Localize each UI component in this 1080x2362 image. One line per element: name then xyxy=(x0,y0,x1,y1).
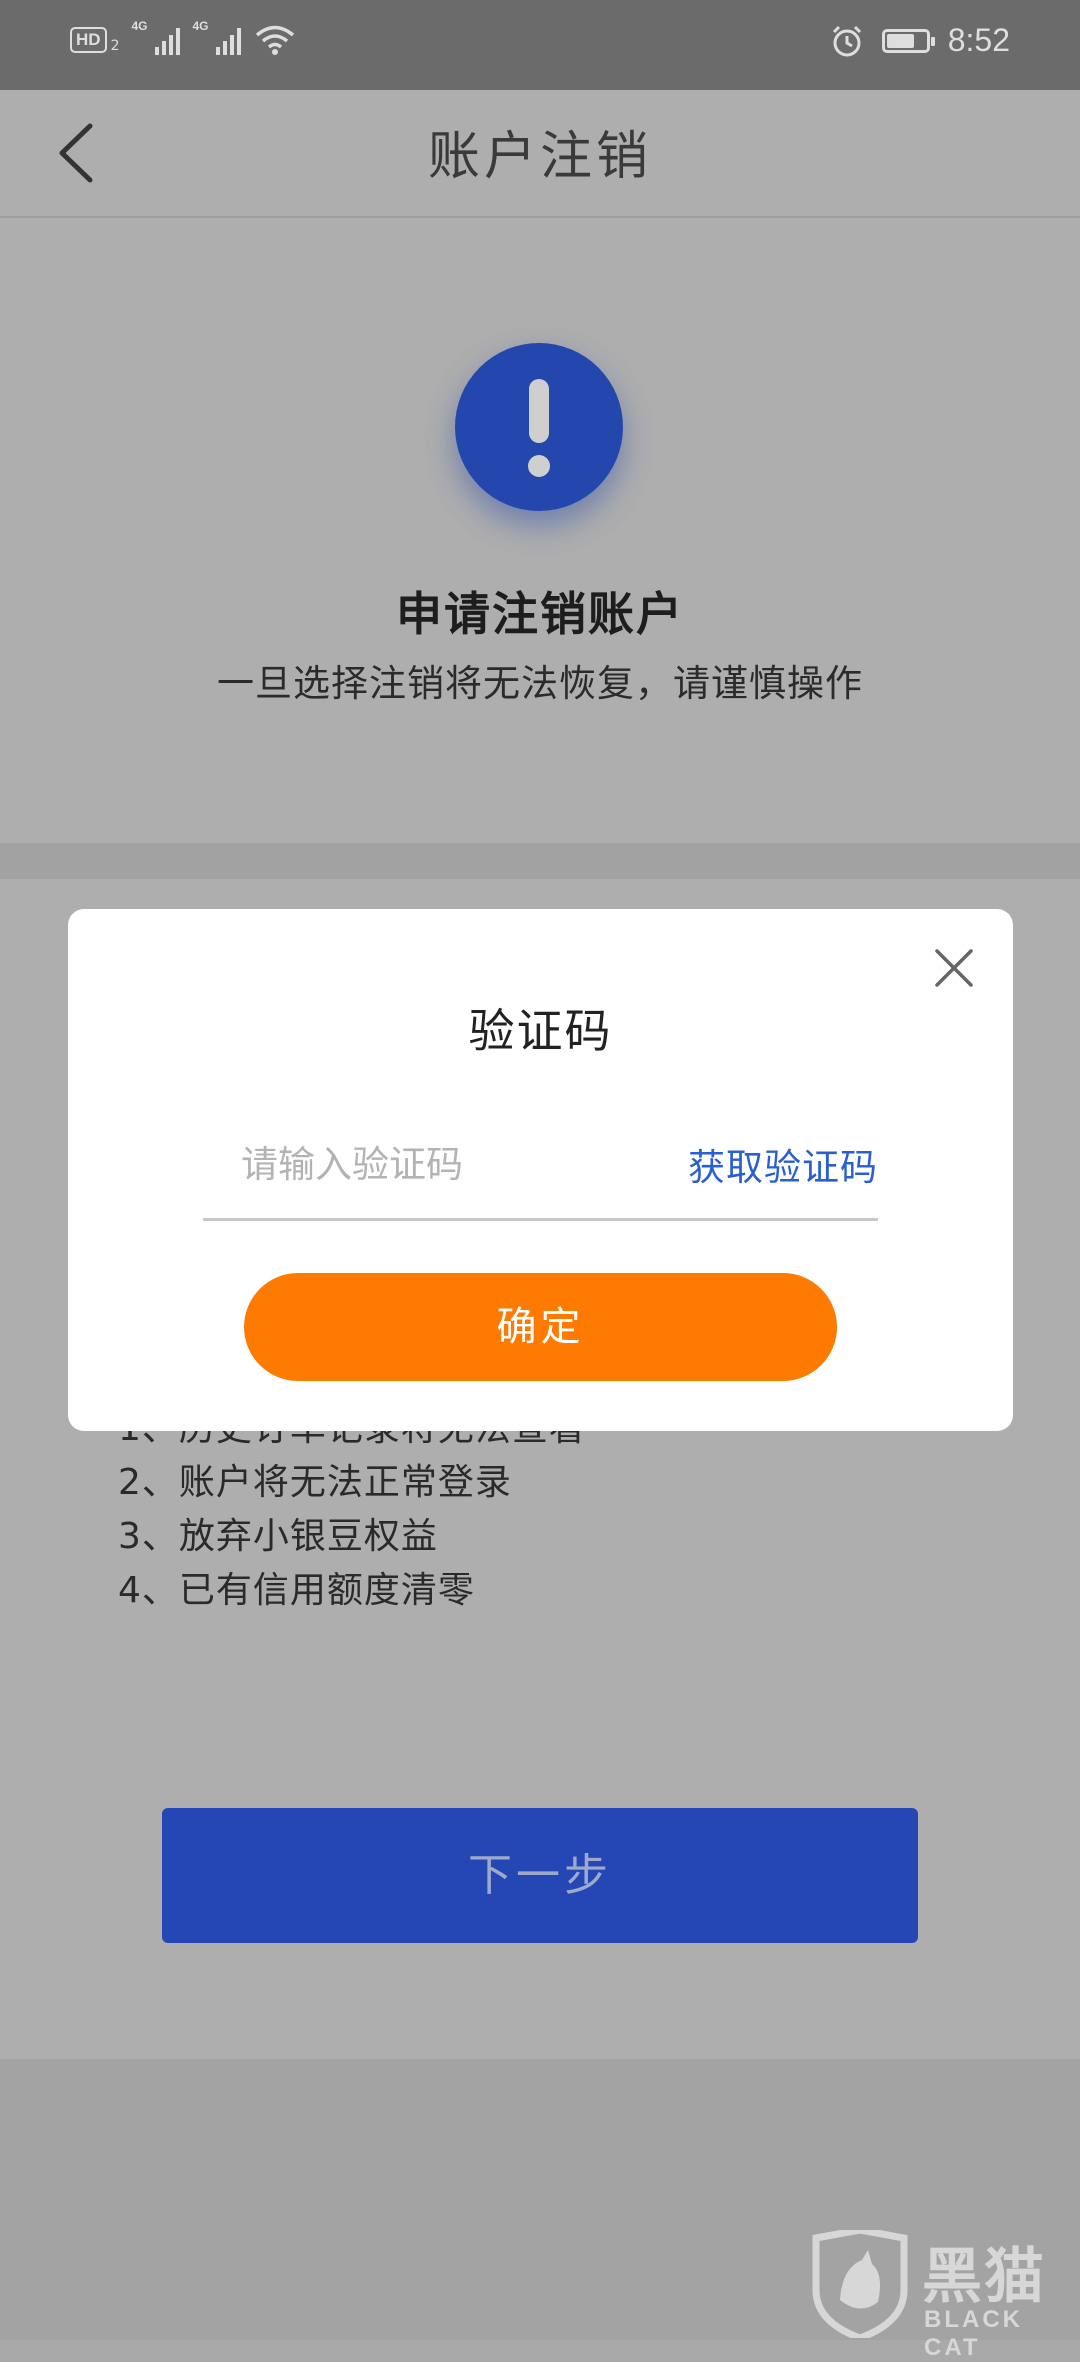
status-right-group: 8:52 xyxy=(830,22,1010,59)
watermark-text: 黑猫 xyxy=(922,2242,1046,2312)
alarm-icon xyxy=(832,25,861,56)
navigation-bar: 账户注销 xyxy=(0,90,1080,218)
network-type-label: 4G xyxy=(131,19,148,33)
status-bar: HD 2 4G 4G 8:52 xyxy=(0,0,1080,90)
hd-sim-index: 2 xyxy=(110,38,120,54)
signal-icon-2: 4G xyxy=(192,19,242,55)
input-underline xyxy=(203,1218,878,1221)
section-divider xyxy=(0,843,1080,879)
watermark-subtext: BLACK CAT xyxy=(924,2306,1023,2361)
black-cat-watermark: 黑猫 BLACK CAT xyxy=(810,2228,1080,2361)
verification-code-dialog: 验证码 获取验证码 确定 xyxy=(68,909,1013,1431)
warning-section: 申请注销账户 一旦选择注销将无法恢复，请谨慎操作 xyxy=(0,218,1080,843)
consequence-item: 3、放弃小银豆权益 xyxy=(118,1516,438,1557)
confirm-button[interactable]: 确定 xyxy=(244,1273,837,1381)
get-code-link[interactable]: 获取验证码 xyxy=(688,1137,878,1191)
black-cat-logo-icon xyxy=(812,2230,908,2338)
page-title: 账户注销 xyxy=(427,127,652,187)
dialog-title: 验证码 xyxy=(468,1004,613,1058)
next-step-button[interactable]: 下一步 xyxy=(162,1808,918,1943)
warning-subtitle: 一旦选择注销将无法恢复，请谨慎操作 xyxy=(217,662,863,705)
wifi-icon xyxy=(256,25,295,55)
exclamation-icon xyxy=(455,343,623,511)
warning-title: 申请注销账户 xyxy=(396,587,684,641)
clock-time: 8:52 xyxy=(947,22,1010,58)
battery-level-fill xyxy=(886,33,915,48)
hd-voice-indicator: HD xyxy=(70,27,107,53)
close-icon[interactable] xyxy=(933,947,975,989)
consequence-item: 2、账户将无法正常登录 xyxy=(118,1462,512,1503)
network-type-label-2: 4G xyxy=(192,19,209,33)
status-left-group: HD 2 4G 4G xyxy=(70,19,295,56)
signal-icon: 4G xyxy=(131,19,181,55)
verification-code-input[interactable] xyxy=(203,1129,623,1199)
consequence-item: 4、已有信用额度清零 xyxy=(118,1570,475,1611)
battery-icon xyxy=(881,28,935,53)
